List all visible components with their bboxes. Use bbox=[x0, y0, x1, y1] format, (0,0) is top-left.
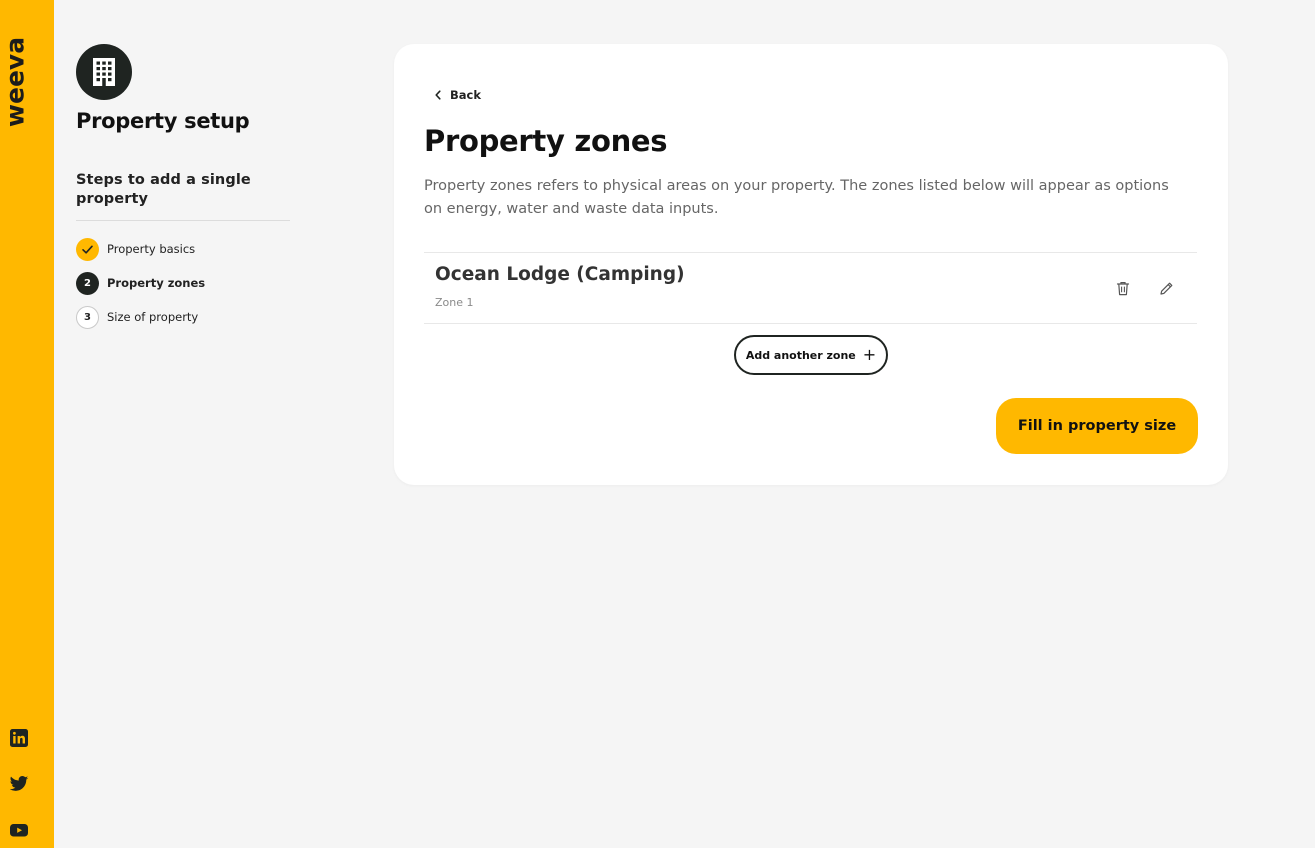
check-icon bbox=[76, 237, 99, 261]
plus-icon: + bbox=[862, 345, 877, 364]
step-label: Property zones bbox=[107, 276, 206, 290]
steps-list: Property basics 2 Property zones 3 Size … bbox=[76, 232, 290, 334]
building-icon bbox=[76, 44, 132, 100]
steps-heading: Steps to add a single property bbox=[76, 171, 290, 221]
logo-text: weeva bbox=[0, 36, 30, 128]
page-description: Property zones refers to physical areas … bbox=[424, 178, 1169, 217]
trash-icon[interactable] bbox=[1114, 279, 1132, 297]
zone-name: Ocean Lodge (Camping) bbox=[435, 264, 685, 285]
twitter-icon[interactable] bbox=[9, 774, 29, 794]
linkedin-icon[interactable] bbox=[9, 728, 29, 748]
chevron-left-icon bbox=[435, 90, 441, 100]
back-link[interactable]: Back bbox=[434, 88, 481, 102]
youtube-icon[interactable] bbox=[9, 820, 29, 840]
step-property-basics[interactable]: Property basics bbox=[76, 232, 290, 266]
step-property-zones[interactable]: 2 Property zones bbox=[76, 266, 290, 300]
weeva-logo[interactable]: weeva bbox=[0, 30, 30, 134]
brand-sidebar: weeva bbox=[0, 0, 54, 848]
pencil-icon[interactable] bbox=[1157, 279, 1175, 297]
zone-subtitle: Zone 1 bbox=[435, 296, 474, 309]
step-number: 2 bbox=[76, 271, 99, 295]
setup-panel: Property setup Steps to add a single pro… bbox=[76, 44, 290, 334]
add-zone-label: Add another zone bbox=[745, 348, 856, 362]
zone-row: Ocean Lodge (Camping) Zone 1 bbox=[424, 252, 1197, 324]
property-zones-card: Back Property zones Property zones refer… bbox=[394, 44, 1228, 485]
step-label: Property basics bbox=[107, 242, 196, 256]
fill-in-property-size-button[interactable]: Fill in property size bbox=[996, 398, 1198, 454]
step-number: 3 bbox=[76, 305, 99, 329]
page-title: Property zones bbox=[424, 124, 668, 158]
add-another-zone-button[interactable]: Add another zone + bbox=[734, 335, 888, 375]
setup-title: Property setup bbox=[76, 109, 250, 133]
step-label: Size of property bbox=[107, 310, 199, 324]
back-label: Back bbox=[450, 88, 481, 102]
step-size-of-property[interactable]: 3 Size of property bbox=[76, 300, 290, 334]
